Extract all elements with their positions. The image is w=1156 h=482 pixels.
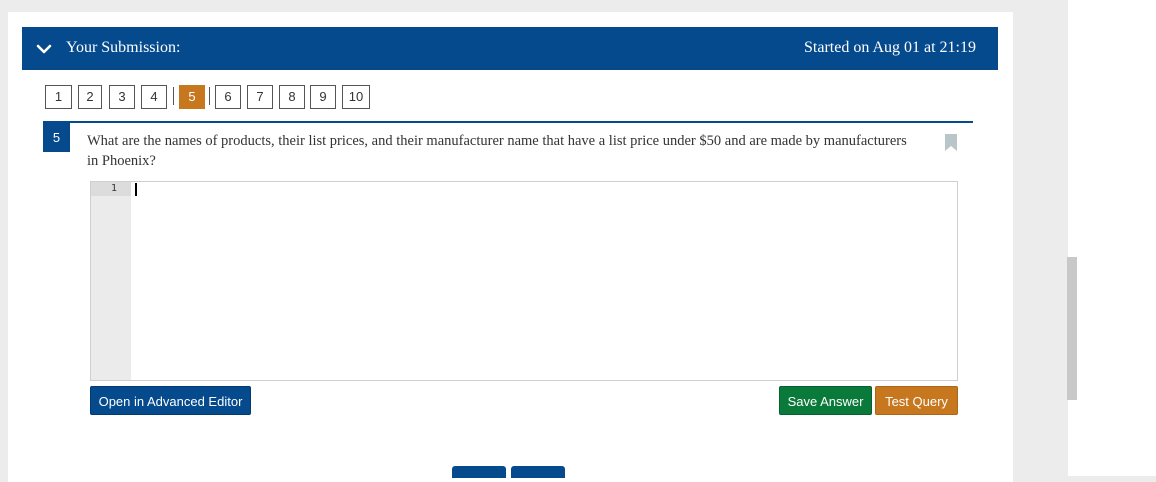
editor-gutter: 1 bbox=[91, 182, 131, 380]
pager-separator bbox=[209, 87, 210, 105]
started-timestamp: Started on Aug 01 at 21:19 bbox=[804, 39, 976, 56]
chevron-down-icon[interactable] bbox=[36, 41, 52, 57]
line-number: 1 bbox=[110, 183, 117, 194]
bookmark-icon[interactable] bbox=[944, 134, 958, 152]
sql-editor[interactable]: 1 bbox=[90, 181, 958, 381]
question-text: What are the names of products, their li… bbox=[87, 133, 907, 169]
question-page-4[interactable]: 4 bbox=[141, 85, 167, 109]
next-nav-button[interactable] bbox=[511, 466, 565, 478]
pager-separator bbox=[173, 87, 174, 105]
test-query-button[interactable]: Test Query bbox=[875, 386, 958, 415]
question-page-3[interactable]: 3 bbox=[109, 85, 135, 109]
submission-title: Your Submission: bbox=[66, 39, 181, 56]
question-number-badge: 5 bbox=[43, 123, 70, 152]
question-page-5-current[interactable]: 5 bbox=[179, 85, 205, 109]
open-advanced-editor-button[interactable]: Open in Advanced Editor bbox=[90, 386, 251, 415]
question-page-7[interactable]: 7 bbox=[247, 85, 273, 109]
save-answer-button[interactable]: Save Answer bbox=[779, 386, 872, 415]
question-page-6[interactable]: 6 bbox=[215, 85, 241, 109]
question-page-10[interactable]: 10 bbox=[342, 85, 370, 109]
previous-nav-button[interactable] bbox=[452, 466, 506, 478]
question-divider bbox=[43, 121, 973, 123]
text-cursor bbox=[135, 183, 137, 196]
question-page-9[interactable]: 9 bbox=[310, 85, 336, 109]
question-page-1[interactable]: 1 bbox=[45, 85, 72, 109]
scrollbar-thumb[interactable] bbox=[1067, 257, 1077, 400]
page-right-margin bbox=[1068, 0, 1156, 476]
question-page-2[interactable]: 2 bbox=[78, 85, 102, 109]
question-page-8[interactable]: 8 bbox=[279, 85, 305, 109]
submission-header[interactable]: Your Submission: Started on Aug 01 at 21… bbox=[22, 27, 998, 70]
